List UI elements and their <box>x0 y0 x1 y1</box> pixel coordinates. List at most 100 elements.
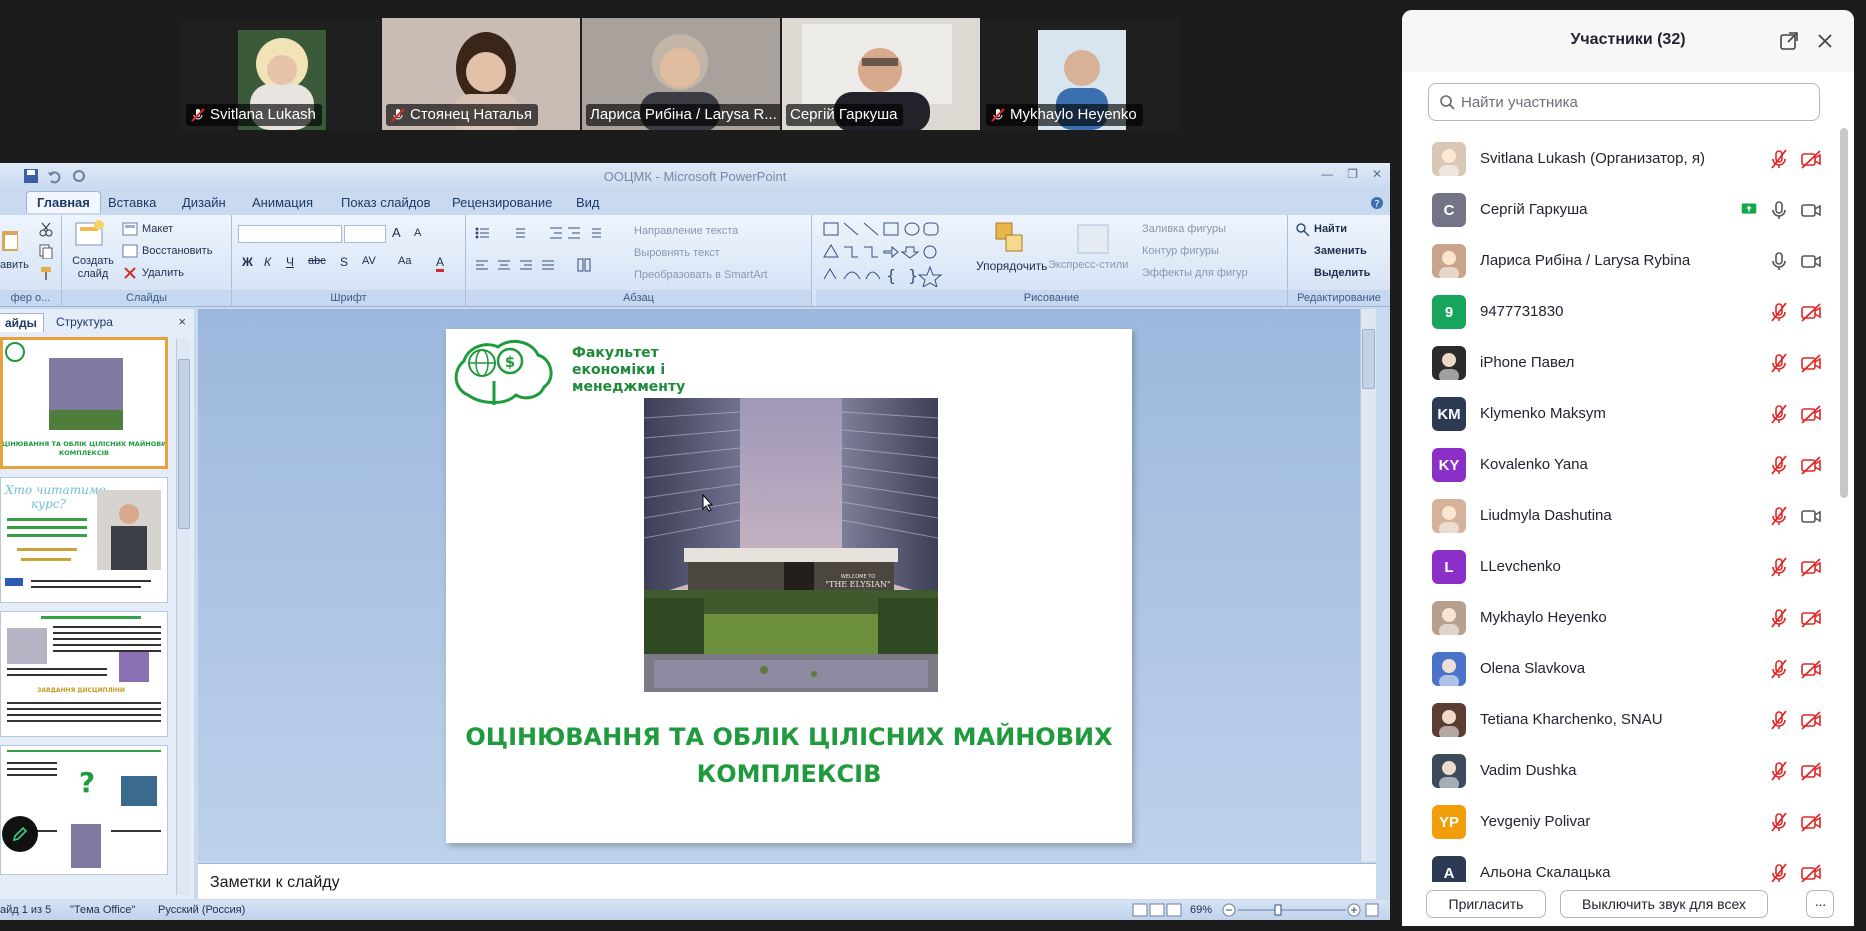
tab-insert[interactable]: Вставка <box>108 195 156 210</box>
slides-panel-scrollbar[interactable] <box>176 339 190 895</box>
participant-row[interactable]: L LLevchenko <box>1402 542 1834 593</box>
decrease-indent-icon[interactable] <box>548 225 564 241</box>
participants-scrollbar[interactable] <box>1840 128 1848 498</box>
participant-row[interactable]: iPhone Павел <box>1402 338 1834 389</box>
delete-slide-label[interactable]: Удалить <box>142 267 184 279</box>
participant-row[interactable]: Svitlana Lukash (Организатор, я) <box>1402 134 1834 185</box>
help-icon[interactable]: ? <box>1370 196 1384 210</box>
cut-icon[interactable] <box>38 221 54 237</box>
shape-outline-button[interactable]: Контур фигуры <box>1142 245 1219 257</box>
shapes-gallery-icon[interactable]: { } <box>822 221 952 287</box>
participant-row[interactable]: 9 9477731830 <box>1402 287 1834 338</box>
mute-all-button[interactable]: Выключить звук для всех <box>1560 890 1768 918</box>
new-slide-label[interactable]: Создать слайд <box>72 255 114 281</box>
strikethrough-button[interactable]: abc <box>308 255 326 267</box>
format-painter-icon[interactable] <box>38 265 54 281</box>
slide-thumbnail[interactable]: ? <box>0 745 168 875</box>
video-tile[interactable]: Mykhaylo Heyenko <box>982 18 1180 130</box>
find-icon[interactable] <box>1296 223 1310 237</box>
reset-label[interactable]: Восстановить <box>142 245 212 257</box>
video-tile[interactable]: Стоянец Наталья <box>382 18 580 130</box>
tab-home[interactable]: Главная <box>26 191 101 213</box>
tab-review[interactable]: Рецензирование <box>452 195 552 210</box>
smartart-button[interactable]: Преобразовать в SmartArt <box>634 269 767 281</box>
language-indicator[interactable]: Русский (Россия) <box>158 904 245 916</box>
italic-button[interactable]: К <box>264 255 271 269</box>
paste-icon[interactable] <box>0 227 20 253</box>
zoom-level[interactable]: 69% <box>1190 904 1212 916</box>
new-slide-icon[interactable] <box>74 219 106 249</box>
video-tile[interactable]: Svitlana Lukash <box>182 18 380 130</box>
paste-label[interactable]: авить <box>0 259 29 271</box>
align-right-icon[interactable] <box>518 257 534 273</box>
copy-icon[interactable] <box>38 243 54 259</box>
char-spacing-button[interactable]: AV <box>362 255 376 267</box>
participant-row[interactable]: Olena Slavkova <box>1402 644 1834 695</box>
tab-slideshow[interactable]: Показ слайдов <box>341 195 431 210</box>
justify-icon[interactable] <box>540 257 556 273</box>
bold-button[interactable]: Ж <box>242 255 253 269</box>
quick-styles-label[interactable]: Экспресс-стили <box>1048 259 1128 271</box>
tab-design[interactable]: Дизайн <box>182 195 226 210</box>
arrange-icon[interactable] <box>994 221 1026 255</box>
participant-row[interactable]: Vadim Dushka <box>1402 746 1834 797</box>
close-icon[interactable]: ✕ <box>1372 167 1382 181</box>
layout-label[interactable]: Макет <box>142 223 173 235</box>
slide-thumbnail[interactable]: Хто читатиме курс? <box>0 477 168 603</box>
participant-row[interactable]: YP Yevgeniy Polivar <box>1402 797 1834 848</box>
participant-row[interactable]: Лариса Рибіна / Larysa Rybina <box>1402 236 1834 287</box>
pop-out-icon[interactable] <box>1778 30 1800 52</box>
shape-fill-button[interactable]: Заливка фигуры <box>1142 223 1226 235</box>
slide-thumbnail[interactable]: ОЦІНЮВАННЯ ТА ОБЛІК ЦІЛІСНИХ МАЙНОВИХ КО… <box>0 337 172 469</box>
numbering-icon[interactable] <box>510 225 526 241</box>
participant-search[interactable] <box>1428 83 1820 121</box>
find-button[interactable]: Найти <box>1314 223 1347 235</box>
reset-icon[interactable] <box>122 243 138 259</box>
shape-effects-button[interactable]: Эффекты для фигур <box>1142 267 1248 279</box>
annotate-button[interactable] <box>2 816 38 852</box>
line-spacing-icon[interactable] <box>586 225 602 241</box>
close-icon[interactable] <box>1814 30 1836 52</box>
shrink-font-button[interactable]: A <box>414 227 421 239</box>
participant-row[interactable]: Tetiana Kharchenko, SNAU <box>1402 695 1834 746</box>
tab-slides[interactable]: айды <box>0 313 44 332</box>
align-center-icon[interactable] <box>496 257 512 273</box>
view-buttons-icon[interactable] <box>1132 903 1184 917</box>
search-input[interactable] <box>1461 93 1801 111</box>
tab-view[interactable]: Вид <box>576 195 600 210</box>
current-slide[interactable]: $ Факультет економіки і менеджменту WELC… <box>446 329 1132 843</box>
scroll-thumb[interactable] <box>178 359 190 529</box>
arrange-label[interactable]: Упорядочить <box>976 259 1047 273</box>
layout-icon[interactable] <box>122 221 138 237</box>
participant-row[interactable]: С Сергій Гаркуша <box>1402 185 1834 236</box>
tab-outline[interactable]: Структура <box>50 313 119 331</box>
font-size-box[interactable] <box>344 225 386 243</box>
delete-slide-icon[interactable] <box>122 265 138 281</box>
slide-thumbnail[interactable]: ЗАВДАННЯ ДИСЦИПЛІНИ <box>0 611 168 737</box>
invite-button[interactable]: Пригласить <box>1426 890 1546 918</box>
slide-notes[interactable]: Заметки к слайду <box>198 863 1376 899</box>
select-button[interactable]: Выделить <box>1314 267 1370 279</box>
participant-row[interactable]: KM Klymenko Maksym <box>1402 389 1834 440</box>
align-left-icon[interactable] <box>474 257 490 273</box>
more-options-button[interactable]: ··· <box>1806 890 1834 918</box>
participant-row[interactable]: Liudmyla Dashutina <box>1402 491 1834 542</box>
participant-row[interactable]: KY Kovalenko Yana <box>1402 440 1834 491</box>
columns-icon[interactable] <box>576 257 592 273</box>
quick-styles-icon[interactable] <box>1076 223 1110 255</box>
font-color-button[interactable]: A <box>436 255 445 272</box>
zoom-slider[interactable] <box>1222 903 1382 917</box>
font-name-box[interactable] <box>238 225 342 243</box>
increase-indent-icon[interactable] <box>566 225 582 241</box>
close-panel-icon[interactable]: × <box>178 314 186 329</box>
grow-font-button[interactable]: A <box>392 225 401 240</box>
video-tile[interactable]: Лариса Рибіна / Larysa R... <box>582 18 780 130</box>
change-case-button[interactable]: Aa <box>398 255 411 267</box>
tab-animation[interactable]: Анимация <box>252 195 313 210</box>
canvas-scrollbar[interactable] <box>1360 309 1376 861</box>
text-direction-button[interactable]: Направление текста <box>634 225 738 237</box>
scroll-thumb[interactable] <box>1362 329 1375 389</box>
restore-icon[interactable]: ❐ <box>1347 167 1358 181</box>
replace-button[interactable]: Заменить <box>1314 245 1367 257</box>
participant-row[interactable]: А Альона Скалацька <box>1402 848 1834 886</box>
